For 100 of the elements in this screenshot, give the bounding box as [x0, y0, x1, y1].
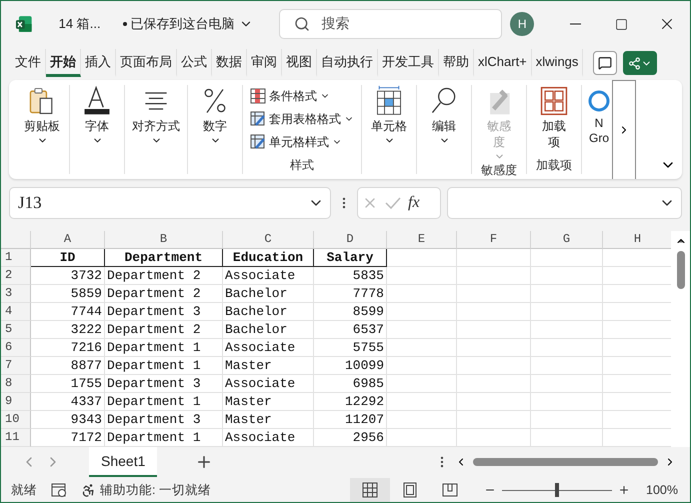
table-cell[interactable]: 7778 — [314, 284, 387, 303]
ribbon-tab[interactable]: 帮助 — [439, 49, 474, 78]
table-cell[interactable]: Master — [223, 356, 314, 375]
table-cell[interactable]: 11207 — [314, 410, 387, 429]
table-cell[interactable]: Bachelor — [223, 320, 314, 339]
empty-cell[interactable] — [387, 266, 457, 285]
ribbon-tab[interactable]: 开发工具 — [378, 49, 439, 78]
ribbon-tab[interactable]: 自动执行 — [317, 49, 378, 78]
ribbon-tab[interactable]: 审阅 — [247, 49, 282, 78]
zoom-percent[interactable]: 100% — [646, 483, 678, 497]
empty-cell[interactable] — [457, 284, 531, 303]
ribbon-button[interactable]: 条件格式 — [248, 84, 332, 108]
table-cell[interactable]: 12292 — [314, 392, 387, 411]
scrollbar-thumb[interactable] — [676, 250, 684, 289]
empty-cell[interactable] — [531, 284, 603, 303]
save-status[interactable]: 已保存到这台电脑 — [122, 15, 253, 34]
empty-cell[interactable] — [387, 338, 457, 357]
table-cell[interactable]: Department 2 — [105, 266, 223, 285]
empty-cell[interactable] — [457, 428, 531, 447]
table-cell[interactable]: 3732 — [31, 266, 105, 285]
table-cell[interactable]: Department 1 — [105, 356, 223, 375]
empty-cell[interactable] — [387, 302, 457, 321]
table-cell[interactable]: Salary — [314, 248, 387, 267]
empty-cell[interactable] — [531, 248, 603, 267]
empty-cell[interactable] — [531, 374, 603, 393]
table-cell[interactable]: 5755 — [314, 338, 387, 357]
ribbon-button[interactable]: 加载项 — [532, 84, 576, 150]
table-cell[interactable]: 7744 — [31, 302, 105, 321]
empty-cell[interactable] — [531, 302, 603, 321]
ribbon-button[interactable]: 数字 — [193, 84, 237, 146]
empty-cell[interactable] — [457, 392, 531, 411]
empty-cell[interactable] — [457, 374, 531, 393]
table-cell[interactable]: Department 1 — [105, 392, 223, 411]
empty-cell[interactable] — [387, 320, 457, 339]
column-header[interactable]: C — [223, 230, 314, 249]
sheet-tab[interactable]: Sheet1 — [89, 447, 158, 478]
table-cell[interactable]: Department 3 — [105, 302, 223, 321]
ribbon-button[interactable]: 单元格样式 — [248, 130, 344, 154]
empty-cell[interactable] — [387, 374, 457, 393]
table-cell[interactable]: Associate — [223, 266, 314, 285]
row-header[interactable]: 3 — [1, 284, 31, 303]
empty-cell[interactable] — [457, 248, 531, 267]
ribbon-button[interactable]: 单元格 — [367, 84, 411, 146]
ribbon-button[interactable]: 编辑 — [422, 84, 466, 146]
column-header[interactable]: D — [314, 230, 387, 249]
row-header[interactable]: 5 — [1, 320, 31, 339]
empty-cell[interactable] — [387, 410, 457, 429]
ribbon-tab[interactable]: xlwings — [532, 49, 584, 78]
table-cell[interactable]: 9343 — [31, 410, 105, 429]
ribbon-tab[interactable]: 页面布局 — [116, 49, 177, 78]
empty-cell[interactable] — [531, 356, 603, 375]
table-cell[interactable]: 2956 — [314, 428, 387, 447]
empty-cell[interactable] — [531, 320, 603, 339]
table-cell[interactable]: Bachelor — [223, 284, 314, 303]
empty-cell[interactable] — [531, 410, 603, 429]
row-header[interactable]: 2 — [1, 266, 31, 285]
zoom-in-icon[interactable] — [618, 484, 630, 496]
table-cell[interactable]: Associate — [223, 374, 314, 393]
table-cell[interactable]: Department 3 — [105, 410, 223, 429]
table-cell[interactable]: Department 3 — [105, 374, 223, 393]
empty-cell[interactable] — [387, 284, 457, 303]
row-header[interactable]: 6 — [1, 338, 31, 357]
table-cell[interactable]: 5859 — [31, 284, 105, 303]
row-header[interactable]: 10 — [1, 410, 31, 429]
row-header[interactable]: 7 — [1, 356, 31, 375]
ribbon-tab[interactable]: 视图 — [282, 49, 317, 78]
empty-cell[interactable] — [387, 392, 457, 411]
share-button[interactable] — [623, 51, 658, 76]
ribbon-tab[interactable]: xlChart+ — [474, 49, 532, 78]
row-header[interactable]: 11 — [1, 428, 31, 447]
search-field[interactable]: 搜索 — [278, 9, 502, 40]
empty-cell[interactable] — [457, 320, 531, 339]
table-cell[interactable]: Education — [223, 248, 314, 267]
ribbon-button[interactable]: 字体 — [75, 84, 119, 146]
ribbon-button[interactable]: 剪贴板 — [20, 84, 64, 146]
empty-cell[interactable] — [457, 356, 531, 375]
normal-view-button[interactable] — [350, 478, 390, 502]
table-cell[interactable]: 6985 — [314, 374, 387, 393]
column-header[interactable]: B — [105, 230, 223, 249]
table-cell[interactable]: 3222 — [31, 320, 105, 339]
name-box[interactable]: J13 — [9, 186, 331, 219]
row-header[interactable]: 1 — [1, 248, 31, 267]
table-cell[interactable]: Department — [105, 248, 223, 267]
table-cell[interactable]: Department 1 — [105, 338, 223, 357]
empty-cell[interactable] — [531, 428, 603, 447]
column-header[interactable]: H — [603, 230, 671, 249]
column-header[interactable]: E — [387, 230, 457, 249]
insert-function-button[interactable]: fx — [408, 194, 420, 212]
empty-cell[interactable] — [457, 410, 531, 429]
row-header[interactable]: 4 — [1, 302, 31, 321]
ribbon-tab[interactable]: 开始 — [46, 49, 81, 78]
table-cell[interactable]: 10099 — [314, 356, 387, 375]
table-cell[interactable]: Department 2 — [105, 284, 223, 303]
table-cell[interactable]: 7172 — [31, 428, 105, 447]
ribbon-tab[interactable]: 插入 — [81, 49, 116, 78]
column-header[interactable]: G — [531, 230, 603, 249]
comments-button[interactable] — [593, 51, 618, 76]
table-cell[interactable]: 7216 — [31, 338, 105, 357]
ribbon-tab[interactable]: 公式 — [177, 49, 212, 78]
table-cell[interactable]: ID — [31, 248, 105, 267]
